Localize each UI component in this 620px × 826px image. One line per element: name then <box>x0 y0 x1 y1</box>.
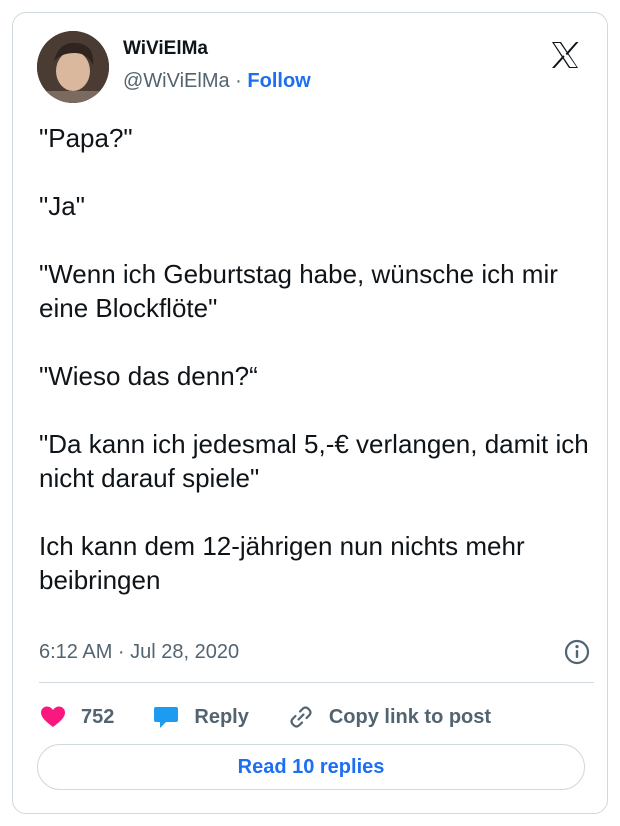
author-block: WiViElMa @WiViElMa · Follow <box>123 37 311 93</box>
tweet-paragraph: "Wieso das denn?“ <box>39 361 258 391</box>
author-handle[interactable]: @WiViElMa <box>123 70 230 92</box>
tweet-paragraph: "Papa?" <box>39 123 133 153</box>
handle-separator: · <box>229 70 248 92</box>
tweet-meta-row: 6:12 AM · Jul 28, 2020 <box>39 635 594 669</box>
tweet-paragraph: "Wenn ich Geburtstag habe, wünsche ich m… <box>39 259 558 323</box>
x-logo-icon[interactable] <box>549 39 581 71</box>
info-icon[interactable] <box>564 639 590 665</box>
copy-link-button[interactable]: Copy link to post <box>287 703 491 731</box>
tweet-paragraph: "Ja" <box>39 191 85 221</box>
handle-row: @WiViElMa · Follow <box>123 69 311 93</box>
speech-bubble-icon <box>154 707 179 728</box>
read-replies-button[interactable]: Read 10 replies <box>37 744 585 790</box>
heart-icon <box>41 706 65 727</box>
copy-link-label: Copy link to post <box>328 705 492 728</box>
tweet-paragraph: Ich kann dem 12-jährigen nun nichts mehr… <box>39 531 525 595</box>
reply-label: Reply <box>194 705 249 728</box>
action-bar: 752 Reply Copy link to post <box>39 699 491 735</box>
avatar[interactable] <box>37 31 109 103</box>
author-display-name[interactable]: WiViElMa <box>123 37 311 61</box>
like-count: 752 <box>81 705 115 728</box>
tweet-text: "Papa?" "Ja" "Wenn ich Geburtstag habe, … <box>39 121 594 597</box>
tweet-timestamp[interactable]: 6:12 AM · Jul 28, 2020 <box>39 641 239 663</box>
link-icon <box>290 706 312 728</box>
like-button[interactable]: 752 <box>39 703 114 731</box>
follow-link[interactable]: Follow <box>247 70 310 92</box>
divider <box>39 682 594 683</box>
tweet-paragraph: "Da kann ich jedesmal 5,-€ verlangen, da… <box>39 429 589 493</box>
reply-button[interactable]: Reply <box>152 703 249 731</box>
tweet-card: WiViElMa @WiViElMa · Follow "Papa?" "Ja"… <box>12 12 608 814</box>
